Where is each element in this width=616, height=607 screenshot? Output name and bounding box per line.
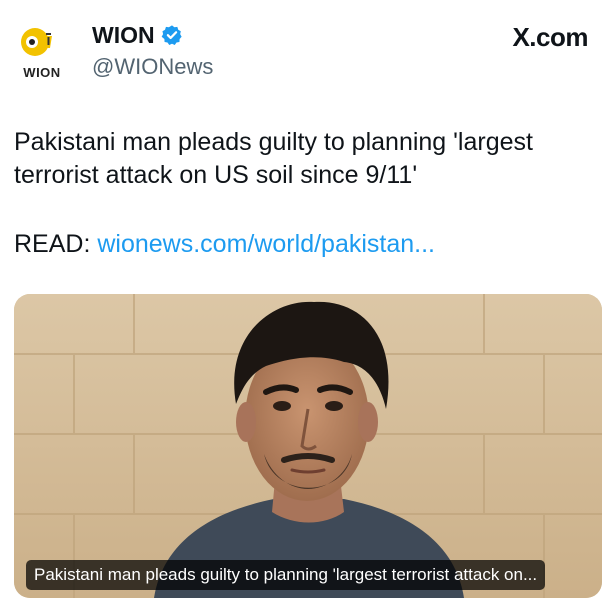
display-name[interactable]: WION xyxy=(92,22,155,49)
user-handle[interactable]: @WIONews xyxy=(92,54,213,80)
read-line: READ: wionews.com/world/pakistan... xyxy=(14,228,435,261)
article-link[interactable]: wionews.com/world/pakistan... xyxy=(97,230,435,258)
read-label: READ: xyxy=(14,230,91,258)
post-text: Pakistani man pleads guilty to planning … xyxy=(14,128,533,189)
media-card[interactable]: Pakistani man pleads guilty to planning … xyxy=(14,294,602,598)
media-caption: Pakistani man pleads guilty to planning … xyxy=(26,560,546,590)
mugshot-photo xyxy=(14,294,602,598)
x-logo: X.com xyxy=(512,22,588,52)
avatar[interactable]: WION xyxy=(12,22,72,82)
name-row: WION xyxy=(92,20,183,50)
verified-badge-icon xyxy=(161,25,182,45)
avatar-label: WION xyxy=(23,65,61,80)
